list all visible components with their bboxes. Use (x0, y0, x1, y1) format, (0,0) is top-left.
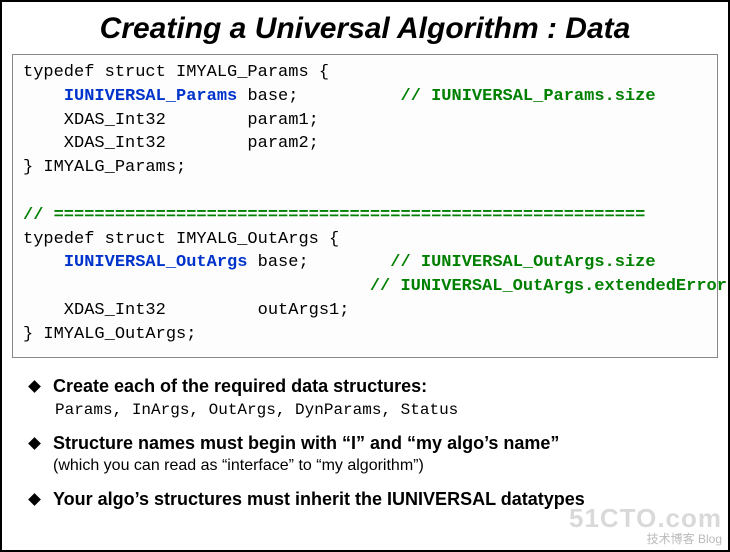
bullet-text: Your algo’s structures must inherit the … (53, 489, 585, 510)
watermark: 51CTO.com 技术博客 Blog (569, 504, 722, 546)
bullet-text: Structure names must begin with “I” and … (53, 433, 559, 475)
code-line: XDAS_Int32 outArgs1; (23, 299, 707, 323)
code-text: base; (237, 87, 298, 106)
code-comment: // IUNIVERSAL_OutArgs.size (390, 253, 655, 272)
code-divider: // =====================================… (23, 204, 707, 228)
code-line: XDAS_Int32 param1; (23, 109, 707, 133)
type-keyword: IUNIVERSAL_Params (64, 87, 237, 106)
bullet-item: Create each of the required data structu… (30, 376, 700, 419)
bullet-list: Create each of the required data structu… (30, 376, 700, 510)
code-line: // IUNIVERSAL_OutArgs.extendedError (23, 275, 707, 299)
code-text: base; (247, 253, 308, 272)
bullet-subtext: (which you can read as “interface” to “m… (53, 457, 424, 474)
code-box: typedef struct IMYALG_Params { IUNIVERSA… (12, 54, 718, 358)
code-line: typedef struct IMYALG_Params { (23, 61, 707, 85)
code-blank (23, 180, 707, 204)
bullet-icon (28, 437, 41, 450)
code-line: IUNIVERSAL_Params base; // IUNIVERSAL_Pa… (23, 85, 707, 109)
code-line: } IMYALG_Params; (23, 156, 707, 180)
code-line: typedef struct IMYALG_OutArgs { (23, 228, 707, 252)
bullet-icon (28, 380, 41, 393)
code-comment: // IUNIVERSAL_Params.size (401, 87, 656, 106)
type-keyword: IUNIVERSAL_OutArgs (64, 253, 248, 272)
code-comment: // IUNIVERSAL_OutArgs.extendedError (370, 277, 727, 296)
slide-title: Creating a Universal Algorithm : Data (2, 2, 728, 54)
bullet-main: Your algo’s structures must inherit the … (53, 489, 585, 509)
bullet-icon (28, 493, 41, 506)
code-line: IUNIVERSAL_OutArgs base; // IUNIVERSAL_O… (23, 251, 707, 275)
bullet-text: Create each of the required data structu… (53, 376, 458, 419)
bullet-monospace: Params, InArgs, OutArgs, DynParams, Stat… (55, 401, 458, 419)
bullet-main: Create each of the required data structu… (53, 376, 427, 396)
code-line: XDAS_Int32 param2; (23, 132, 707, 156)
bullet-item: Your algo’s structures must inherit the … (30, 489, 700, 510)
code-line: } IMYALG_OutArgs; (23, 323, 707, 347)
bullet-main: Structure names must begin with “I” and … (53, 433, 559, 453)
watermark-tag: 技术博客 Blog (569, 533, 722, 546)
bullet-item: Structure names must begin with “I” and … (30, 433, 700, 475)
slide-frame: Creating a Universal Algorithm : Data ty… (0, 0, 730, 552)
